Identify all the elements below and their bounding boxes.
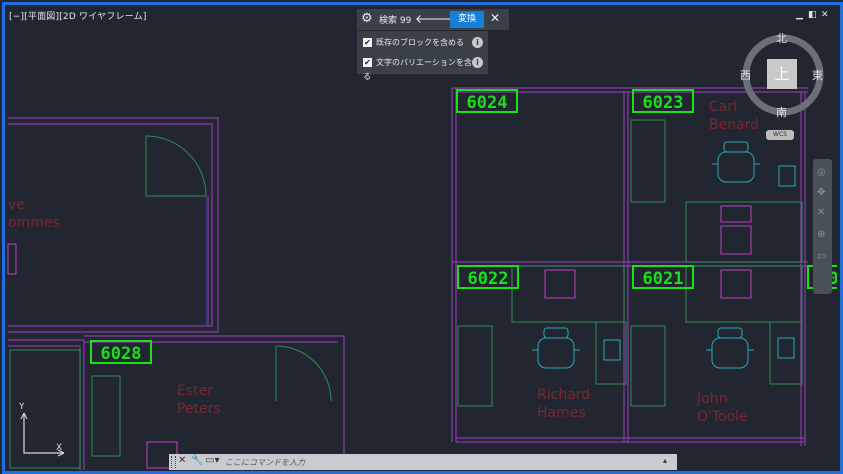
room-tag-6022[interactable]: 6022 [457,265,519,289]
occupant-last-name: Peters [177,401,221,417]
furniture-lines [9,119,803,469]
gear-icon[interactable]: ⚙ [361,11,373,26]
info-icon[interactable]: i [472,57,483,68]
compass-west[interactable]: 西 [740,67,751,83]
steering-wheel-icon[interactable]: ◎ [817,167,826,178]
drawing-viewport[interactable]: 6024 6023 6022 6021 60 6028 Carl Benard … [0,0,843,474]
close-viewport-icon[interactable]: ✕ [821,10,829,20]
checkbox-checked-icon[interactable]: ✔ [363,38,372,47]
replace-button[interactable]: 変換 [450,11,484,28]
chairs [532,141,796,369]
compass-south[interactable]: 南 [776,104,787,120]
occupant-first-name: Richard [537,387,591,403]
find-replace-bar: ⚙ 検索 99 🡐 🡒 変換 ✕ [357,9,509,30]
compass-north[interactable]: 北 [776,30,787,46]
viewcube-face-top[interactable]: 上 [767,59,797,89]
ucs-x-label: X [56,443,63,453]
zoom-icon[interactable]: ✕ [817,207,825,218]
occupant-first-name: Ester [177,383,213,399]
door-swings [145,135,332,402]
drag-grip-icon[interactable] [171,456,176,468]
pan-icon[interactable]: ✥ [817,187,825,198]
occupant-first-name: ve [8,197,25,213]
room-tag-6028[interactable]: 6028 [90,340,152,364]
viewport-title[interactable]: [−][平面図][2D ワイヤフレーム] [9,9,147,22]
find-count-label: 検索 99 [379,16,412,26]
ucs-y-label: Y [19,402,25,412]
occupant-first-name: John [697,391,728,407]
occupant-last-name: Hames [537,405,586,421]
minimize-icon[interactable]: ▁ [796,10,803,20]
command-input[interactable]: ここにコマンドを入力 [225,457,305,468]
wrench-icon[interactable]: 🔧 [191,455,203,466]
occupant-last-name: O'Toole [697,409,748,425]
option-include-blocks[interactable]: ✔ 既存のブロックを含める i [363,36,487,50]
recent-commands-icon[interactable]: ▭▾ [205,455,219,466]
occupant-name: John O'Toole [697,390,748,426]
occupant-name: ve ommes [8,196,60,232]
room-tag-6023[interactable]: 6023 [632,89,694,113]
occupant-name: Ester Peters [177,382,221,418]
option-include-variations[interactable]: ✔ 文字のバリエーションを含める i [363,56,487,81]
find-options-panel: ✔ 既存のブロックを含める i ✔ 文字のバリエーションを含める i [357,31,488,81]
info-icon[interactable]: i [472,37,483,48]
close-icon[interactable]: ✕ [178,455,186,466]
navigation-bar: ◎ ✥ ✕ ⊕ ▭ [813,159,832,294]
showmotion-icon[interactable]: ▭ [817,251,826,262]
monitors [7,205,752,469]
checkbox-checked-icon[interactable]: ✔ [363,58,372,67]
room-tag-6021[interactable]: 6021 [632,265,694,289]
close-icon[interactable]: ✕ [490,11,500,25]
room-tag-6024[interactable]: 6024 [456,89,518,113]
compass-east[interactable]: 東 [812,67,823,83]
occupant-last-name: ommes [8,215,60,231]
wcs-menu[interactable]: WCS [766,130,794,140]
orbit-icon[interactable]: ⊕ [817,229,825,240]
chevron-up-icon[interactable]: ▴ [663,456,667,465]
occupant-name: Richard Hames [537,386,590,422]
ucs-icon: Y X [12,402,72,460]
command-line: ✕ 🔧 ▭▾ ここにコマンドを入力 ▴ [169,454,677,470]
restore-icon[interactable]: ◧ [808,10,817,20]
option-label: 既存のブロックを含める [376,38,464,47]
